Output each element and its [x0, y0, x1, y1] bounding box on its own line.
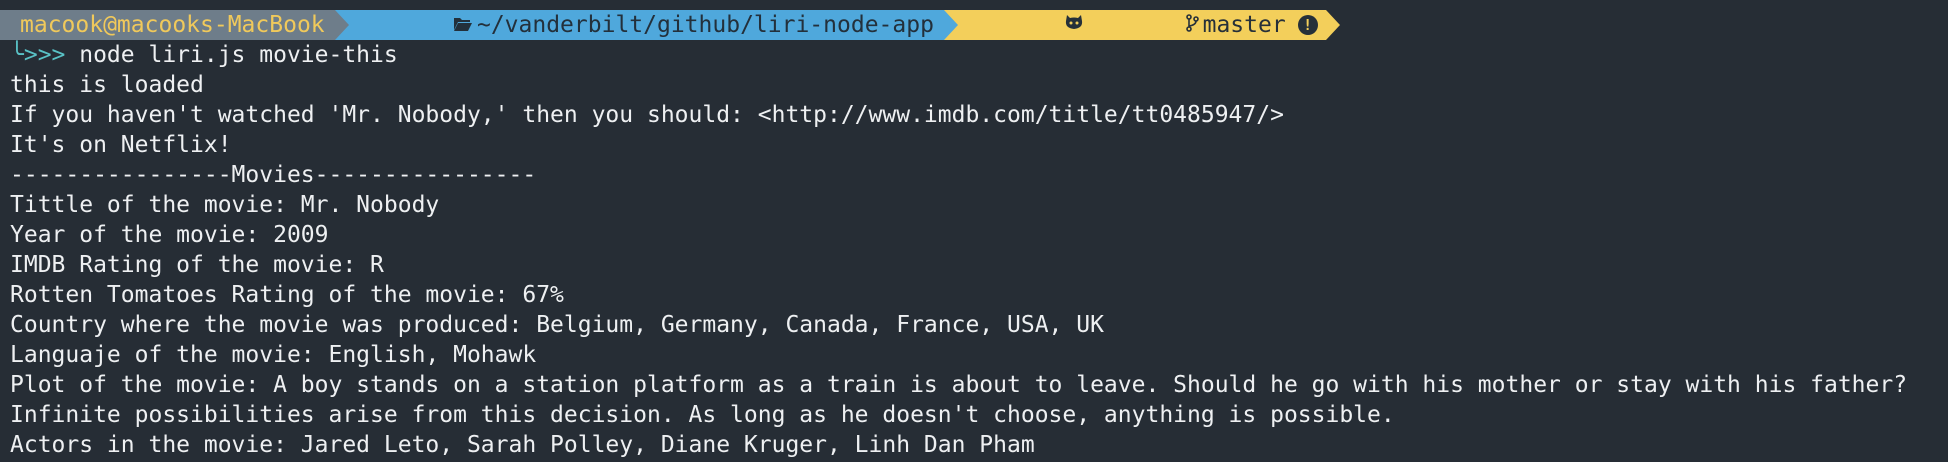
output-line: this is loaded [10, 72, 204, 98]
prompt-user-host: macook@macooks-MacBook [20, 12, 325, 38]
output-line: Plot of the movie: A boy stands on a sta… [10, 372, 1908, 398]
github-cat-icon [968, 0, 1084, 70]
prompt-bar: macook@macooks-MacBook ~/vanderbilt/gith… [0, 10, 1948, 40]
output-line: IMDB Rating of the movie: R [10, 252, 384, 278]
git-branch-icon [1088, 0, 1199, 70]
output-line: Year of the movie: 2009 [10, 222, 329, 248]
segment-separator [334, 10, 349, 40]
output-line: Country where the movie was produced: Be… [10, 312, 1104, 338]
output-line: Infinite possibilities arise from this d… [10, 402, 1395, 428]
prompt-path-segment: ~/vanderbilt/github/liri-node-app [334, 10, 958, 40]
segment-separator [1325, 10, 1340, 40]
prompt-user-segment: macook@macooks-MacBook [0, 10, 349, 40]
output-line: It's on Netflix! [10, 132, 232, 158]
exclamation-circle-icon: ! [1297, 15, 1318, 35]
output-line: If you haven't watched 'Mr. Nobody,' the… [10, 102, 1284, 128]
prompt-git-segment: master ! [943, 10, 1340, 40]
prompt-branch: master [1202, 12, 1286, 38]
output-line: Tittle of the movie: Mr. Nobody [10, 192, 440, 218]
prompt-path: ~/vanderbilt/github/liri-node-app [476, 12, 934, 38]
output-line: Languaje of the movie: English, Mohawk [10, 342, 537, 368]
command-text: node liri.js movie-this [65, 42, 398, 68]
output-line: ----------------Movies---------------- [10, 162, 537, 188]
folder-open-icon [357, 0, 473, 70]
terminal-window[interactable]: macook@macooks-MacBook ~/vanderbilt/gith… [0, 0, 1948, 462]
segment-separator [943, 10, 958, 40]
output-line: Actors in the movie: Jared Leto, Sarah P… [10, 432, 1035, 458]
output-line: Rotten Tomatoes Rating of the movie: 67% [10, 282, 564, 308]
prompt-prefix: ╰>>> [10, 42, 66, 68]
